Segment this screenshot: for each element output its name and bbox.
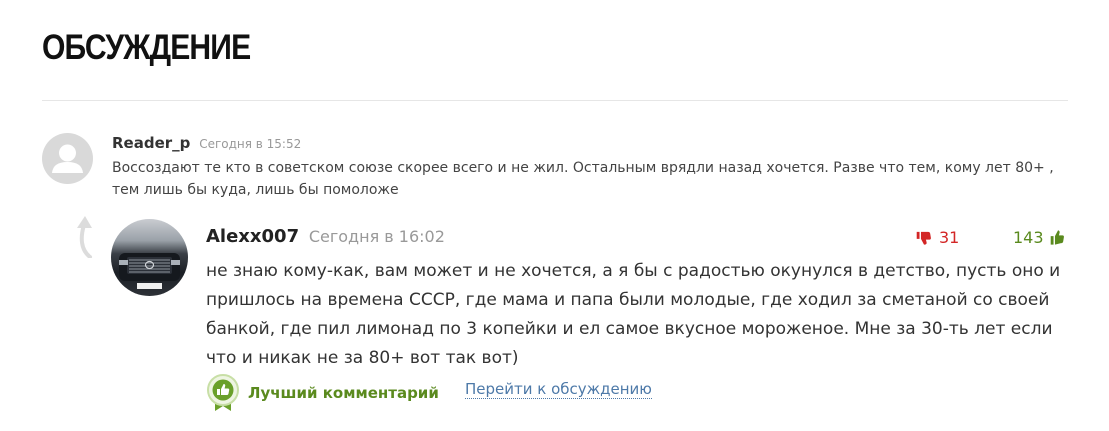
comment-time: Сегодня в 15:52 xyxy=(199,137,302,151)
reply-text: не знаю кому-как, вам может и не хочется… xyxy=(206,261,1061,368)
like-count: 143 xyxy=(1013,228,1044,247)
reply-arrow-icon xyxy=(72,214,98,259)
reply-time: Сегодня в 16:02 xyxy=(308,227,445,246)
comment-text: Воссоздают те кто в советском союзе скор… xyxy=(112,160,1054,198)
divider xyxy=(42,100,1068,101)
reply-header: Alexx007 Сегодня в 16:02 xyxy=(206,226,445,247)
dislike-button[interactable]: 31 xyxy=(916,228,959,247)
comment-header: Reader_p Сегодня в 15:52 xyxy=(112,134,301,152)
thumbs-up-icon xyxy=(1050,230,1064,245)
thumbs-down-icon xyxy=(916,231,931,245)
comment-author[interactable]: Reader_p xyxy=(112,134,190,152)
best-comment-label: Лучший комментарий xyxy=(248,384,439,402)
user-avatar[interactable] xyxy=(111,219,188,296)
go-to-discussion-link[interactable]: Перейти к обсуждению xyxy=(465,380,652,399)
best-comment-badge: Лучший комментарий xyxy=(206,374,439,412)
award-badge-icon xyxy=(207,374,239,411)
user-avatar-icon[interactable] xyxy=(42,133,93,184)
reply-author[interactable]: Alexx007 xyxy=(206,226,299,247)
section-title: ОБСУЖДЕНИЕ xyxy=(42,28,251,67)
like-button[interactable]: 143 xyxy=(1013,228,1067,247)
dislike-count: 31 xyxy=(939,228,960,247)
